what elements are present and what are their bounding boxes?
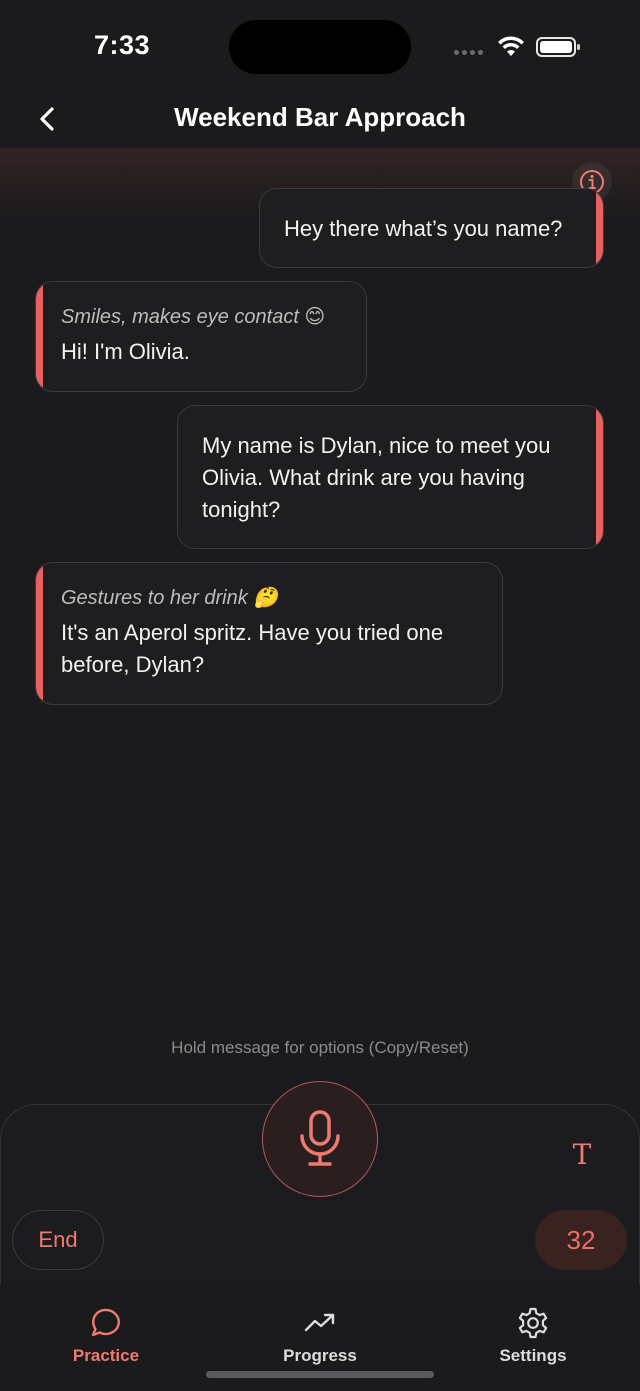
microphone-icon xyxy=(300,1110,340,1166)
mic-button[interactable] xyxy=(262,1081,378,1197)
message-text: Hey there what’s you name? xyxy=(284,216,563,241)
home-indicator xyxy=(206,1371,434,1378)
nav-header: Weekend Bar Approach xyxy=(0,90,640,148)
wifi-icon xyxy=(498,36,524,56)
trending-up-icon xyxy=(304,1313,335,1332)
cellular-signal-icon xyxy=(454,50,483,55)
user-message[interactable]: Hey there what’s you name? xyxy=(259,188,604,268)
chat-bubble-icon xyxy=(91,1308,120,1337)
hint-text: Hold message for options (Copy/Reset) xyxy=(171,1038,469,1057)
ai-message[interactable]: Smiles, makes eye contact 😊 Hi! I'm Oliv… xyxy=(35,281,367,392)
remaining-count-badge[interactable]: 32 xyxy=(535,1210,627,1270)
gear-icon xyxy=(518,1307,548,1339)
message-action: Gestures to her drink 🤔 xyxy=(61,587,279,609)
dynamic-island xyxy=(229,20,411,74)
tab-practice[interactable]: Practice xyxy=(36,1306,176,1366)
tab-label: Practice xyxy=(72,1346,140,1365)
message-text: My name is Dylan, nice to meet you Olivi… xyxy=(202,433,551,522)
message-text: It's an Aperol spritz. Have you tried on… xyxy=(61,620,444,677)
user-message[interactable]: My name is Dylan, nice to meet you Olivi… xyxy=(177,405,604,549)
message-action: Smiles, makes eye contact 😊 xyxy=(61,306,326,328)
ai-message[interactable]: Gestures to her drink 🤔 It's an Aperol s… xyxy=(35,562,503,705)
tab-progress[interactable]: Progress xyxy=(250,1306,390,1366)
battery-icon xyxy=(536,37,580,57)
status-bar: 7:33 xyxy=(0,0,640,90)
text-mode-button[interactable]: T xyxy=(562,1134,602,1174)
tab-label: Progress xyxy=(283,1346,357,1365)
page-title: Weekend Bar Approach xyxy=(174,102,466,132)
tab-settings[interactable]: Settings xyxy=(463,1306,603,1366)
end-button[interactable]: End xyxy=(12,1210,104,1270)
status-time: 7:33 xyxy=(94,30,151,60)
message-text: Hi! I'm Olivia. xyxy=(61,339,190,364)
tab-label: Settings xyxy=(499,1346,567,1365)
